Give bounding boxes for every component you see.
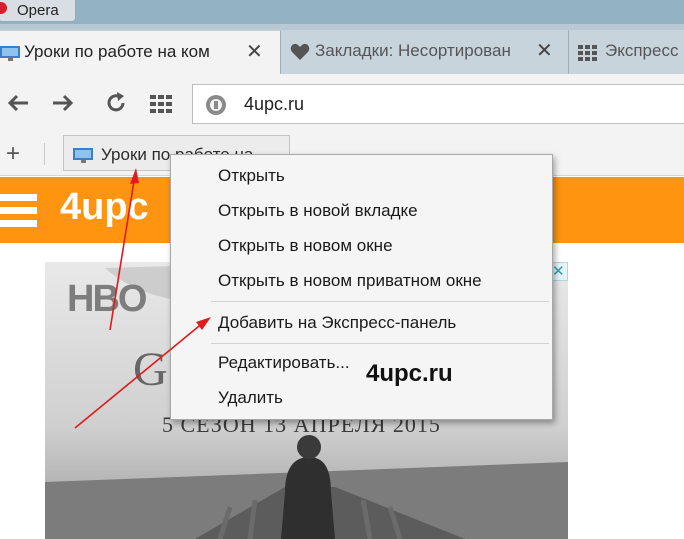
arrow-to-bookmark bbox=[109, 168, 139, 331]
arrow-to-add-speed-dial bbox=[74, 317, 211, 429]
annotation-arrows bbox=[74, 168, 211, 429]
